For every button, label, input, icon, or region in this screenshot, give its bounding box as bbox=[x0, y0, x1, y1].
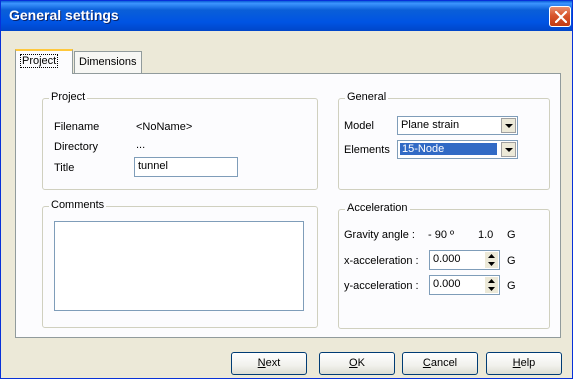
x-acceleration-spinner[interactable] bbox=[485, 252, 498, 268]
cancel-button-label: ancel bbox=[430, 357, 458, 369]
y-acceleration-unit: G bbox=[507, 280, 516, 292]
general-settings-window: General settings Project Dimensions Proj… bbox=[0, 0, 573, 379]
ok-button-label: K bbox=[357, 357, 365, 369]
project-group: Project Filename <NoName> Directory ... … bbox=[42, 91, 318, 190]
model-select-value: Plane strain bbox=[401, 119, 460, 131]
filename-value: <NoName> bbox=[136, 121, 193, 133]
help-button[interactable]: Help bbox=[486, 352, 562, 375]
gravity-angle-value: - 90 º bbox=[428, 229, 455, 241]
tab-project-label: Project bbox=[20, 54, 59, 68]
window-title: General settings bbox=[9, 7, 119, 23]
y-acceleration-spinner[interactable] bbox=[485, 277, 498, 293]
cancel-button[interactable]: Cancel bbox=[402, 352, 478, 375]
acceleration-group-legend: Acceleration bbox=[345, 202, 410, 214]
model-dropdown-button[interactable] bbox=[501, 118, 516, 133]
directory-value: ... bbox=[136, 139, 146, 151]
help-button-label: elp bbox=[520, 357, 536, 369]
elements-select-value: 15-Node bbox=[400, 143, 497, 155]
tab-project[interactable]: Project bbox=[15, 49, 73, 74]
elements-select[interactable]: 15-Node bbox=[397, 140, 518, 159]
title-input[interactable]: tunnel bbox=[134, 157, 238, 177]
general-group-legend: General bbox=[345, 91, 389, 103]
directory-label: Directory bbox=[54, 141, 99, 153]
x-acceleration-unit: G bbox=[507, 255, 516, 267]
comments-textarea[interactable] bbox=[54, 221, 304, 311]
help-button-mnemonic: H bbox=[512, 357, 521, 369]
tab-dimensions-label: Dimensions bbox=[79, 56, 137, 68]
comments-group-legend: Comments bbox=[49, 199, 107, 211]
next-button-mnemonic: N bbox=[257, 357, 266, 369]
model-select[interactable]: Plane strain bbox=[397, 116, 518, 135]
y-acceleration-value: 0.000 bbox=[433, 278, 461, 290]
x-acceleration-label: x-acceleration : bbox=[344, 255, 419, 267]
gravity-unit: G bbox=[507, 229, 516, 241]
y-acceleration-input[interactable]: 0.000 bbox=[429, 275, 500, 295]
ok-button-mnemonic: O bbox=[349, 357, 358, 369]
cancel-button-mnemonic: C bbox=[422, 357, 431, 369]
close-button[interactable] bbox=[549, 6, 571, 27]
x-acceleration-value: 0.000 bbox=[433, 253, 461, 265]
gravity-value: 1.0 bbox=[478, 229, 494, 241]
project-group-legend: Project bbox=[49, 91, 88, 103]
comments-group: Comments bbox=[42, 199, 318, 328]
model-label: Model bbox=[344, 120, 374, 132]
ok-button[interactable]: OK bbox=[319, 352, 395, 375]
title-bar[interactable]: General settings bbox=[1, 1, 572, 31]
next-button[interactable]: Next bbox=[231, 352, 307, 375]
general-group: General Model Plane strain Elements 15-N… bbox=[338, 91, 550, 190]
tab-dimensions[interactable]: Dimensions bbox=[74, 51, 142, 73]
y-acceleration-label: y-acceleration : bbox=[344, 280, 419, 292]
title-label: Title bbox=[54, 162, 75, 174]
spin-arrows-icon bbox=[485, 252, 498, 268]
x-acceleration-input[interactable]: 0.000 bbox=[429, 250, 500, 270]
filename-label: Filename bbox=[54, 121, 100, 133]
next-button-label: ext bbox=[265, 357, 281, 369]
title-input-value: tunnel bbox=[138, 160, 168, 172]
gravity-angle-label: Gravity angle : bbox=[344, 229, 415, 241]
elements-label: Elements bbox=[344, 144, 390, 156]
close-icon bbox=[555, 11, 567, 23]
elements-dropdown-button[interactable] bbox=[501, 142, 516, 157]
chevron-down-icon bbox=[505, 148, 513, 152]
spin-arrows-icon bbox=[485, 277, 498, 293]
acceleration-group: Acceleration Gravity angle : - 90 º 1.0 … bbox=[338, 202, 550, 329]
tab-panel: Project Filename <NoName> Directory ... … bbox=[15, 73, 561, 338]
chevron-down-icon bbox=[505, 124, 513, 128]
